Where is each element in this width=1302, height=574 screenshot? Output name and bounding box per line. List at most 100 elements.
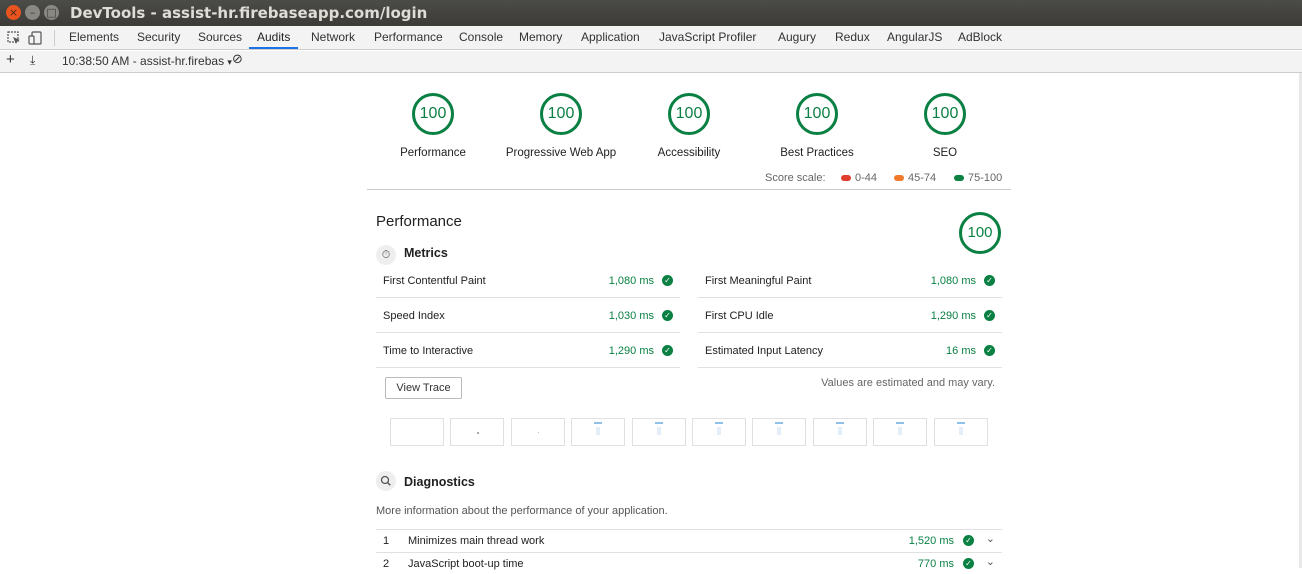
filmstrip-frame [571, 418, 625, 446]
divider [367, 189, 1011, 190]
metric-row: Time to Interactive 1,290 ms ✓ [376, 333, 680, 368]
gauge-score: 100 [412, 93, 454, 135]
metric-label: First Contentful Paint [383, 275, 486, 287]
tab-augury[interactable]: Augury [778, 26, 816, 49]
category-gauge-seo[interactable]: 100 SEO [880, 93, 1010, 159]
inspect-element-icon[interactable] [6, 30, 22, 46]
diagnostic-row[interactable]: 1 Minimizes main thread work 1,520 ms ✓ … [376, 529, 1002, 551]
diagnostic-label: JavaScript boot-up time [408, 558, 524, 570]
tab-performance[interactable]: Performance [374, 26, 443, 49]
device-toolbar-icon[interactable] [28, 30, 44, 46]
filmstrip-frame [752, 418, 806, 446]
filmstrip-frame [873, 418, 927, 446]
metric-value: 1,030 ms [608, 310, 654, 322]
new-audit-icon[interactable]: + [6, 51, 15, 68]
minimize-window-button[interactable]: – [25, 5, 40, 20]
metric-value: 1,290 ms [608, 345, 654, 357]
diagnostic-value: 1,520 ms [908, 535, 954, 547]
window-title: DevTools - assist-hr.firebaseapp.com/log… [70, 4, 428, 22]
metric-label: Speed Index [383, 310, 445, 322]
section-title-performance: Performance [376, 213, 462, 230]
check-icon: ✓ [984, 310, 995, 321]
devtools-tabbar: Elements Security Sources Audits Network… [0, 26, 1302, 50]
filmstrip-frame [813, 418, 867, 446]
diagnostics-heading: Diagnostics [404, 475, 475, 489]
gauge-label: Best Practices [780, 147, 854, 159]
tab-console[interactable]: Console [459, 26, 503, 49]
score-scale-range-pass: 75-100 [954, 172, 1002, 184]
tab-angularjs[interactable]: AngularJS [887, 26, 942, 49]
clear-all-icon[interactable]: ⊘ [232, 52, 243, 67]
metric-value: 1,080 ms [608, 275, 654, 287]
estimate-note: Values are estimated and may vary. [821, 377, 995, 389]
metric-row: First Meaningful Paint 1,080 ms ✓ [698, 263, 1002, 298]
metric-label: First CPU Idle [705, 310, 774, 322]
tab-audits[interactable]: Audits [249, 26, 299, 49]
diagnostic-label: Minimizes main thread work [408, 535, 545, 547]
tab-adblock[interactable]: AdBlock [958, 26, 1002, 49]
check-icon: ✓ [984, 275, 995, 286]
tab-elements[interactable]: Elements [69, 26, 119, 49]
report-selector[interactable]: 10:38:50 AM - assist-hr.firebas ▾ [62, 54, 232, 68]
gauge-label: Performance [400, 147, 466, 159]
maximize-window-button[interactable]: □ [44, 5, 59, 20]
metric-row: Speed Index 1,030 ms ✓ [376, 298, 680, 333]
diagnostics-description: More information about the performance o… [376, 505, 668, 517]
tab-javascript-profiler[interactable]: JavaScript Profiler [659, 26, 756, 49]
scale-range-text: 45-74 [908, 172, 937, 184]
score-scale-label: Score scale: [765, 172, 826, 184]
metric-label: First Meaningful Paint [705, 275, 812, 287]
score-scale-range-fail: 0-44 [841, 172, 877, 184]
metric-label: Time to Interactive [383, 345, 474, 357]
chevron-down-icon[interactable]: ⌄ [986, 555, 995, 568]
gauge-score: 100 [540, 93, 582, 135]
metric-value: 1,290 ms [930, 310, 976, 322]
tab-security[interactable]: Security [137, 26, 180, 49]
category-gauge-pwa[interactable]: 100 Progressive Web App [496, 93, 626, 159]
category-gauge-best-practices[interactable]: 100 Best Practices [752, 93, 882, 159]
metric-label: Estimated Input Latency [705, 345, 824, 357]
metric-row: Estimated Input Latency 16 ms ✓ [698, 333, 1002, 368]
tab-application[interactable]: Application [581, 26, 640, 49]
scale-dot-red [841, 175, 851, 182]
tab-redux[interactable]: Redux [835, 26, 870, 49]
chevron-down-icon[interactable]: ⌄ [986, 532, 995, 545]
filmstrip-frame [450, 418, 504, 446]
diagnostic-row[interactable]: 2 JavaScript boot-up time 770 ms ✓ ⌄ [376, 552, 1002, 574]
window-titlebar: × – □ DevTools - assist-hr.firebaseapp.c… [0, 0, 1302, 26]
filmstrip-frame [934, 418, 988, 446]
tab-memory[interactable]: Memory [519, 26, 562, 49]
category-gauge-accessibility[interactable]: 100 Accessibility [624, 93, 754, 159]
tab-separator [54, 30, 55, 46]
tab-sources[interactable]: Sources [198, 26, 242, 49]
close-window-button[interactable]: × [6, 5, 21, 20]
gauge-label: Accessibility [657, 147, 721, 159]
metric-row: First CPU Idle 1,290 ms ✓ [698, 298, 1002, 333]
audit-report: 100 Performance 100 Progressive Web App … [0, 73, 1302, 570]
check-icon: ✓ [662, 310, 673, 321]
diagnostic-value: 770 ms [917, 558, 954, 570]
check-icon: ✓ [963, 558, 974, 569]
stopwatch-icon: ⏱ [376, 245, 396, 265]
filmstrip-frame [511, 418, 565, 446]
filmstrip-frame [692, 418, 746, 446]
report-selector-label: 10:38:50 AM - assist-hr.firebas [62, 54, 225, 68]
gauge-label: Progressive Web App [505, 147, 617, 159]
view-trace-button[interactable]: View Trace [385, 377, 462, 399]
check-icon: ✓ [963, 535, 974, 546]
score-scale-range-average: 45-74 [894, 172, 936, 184]
metrics-heading: Metrics [404, 246, 448, 260]
tab-network[interactable]: Network [311, 26, 355, 49]
category-gauge-performance[interactable]: 100 Performance [368, 93, 498, 159]
filmstrip-frame [632, 418, 686, 446]
filmstrip-frame [390, 418, 444, 446]
gauge-label: SEO [932, 147, 958, 159]
scale-dot-orange [894, 175, 904, 182]
gauge-score: 100 [796, 93, 838, 135]
metric-value: 16 ms [946, 345, 976, 357]
check-icon: ✓ [984, 345, 995, 356]
row-number: 1 [383, 535, 390, 547]
download-report-icon[interactable]: ⤓ [30, 53, 35, 68]
row-number: 2 [383, 558, 390, 570]
gauge-score: 100 [668, 93, 710, 135]
